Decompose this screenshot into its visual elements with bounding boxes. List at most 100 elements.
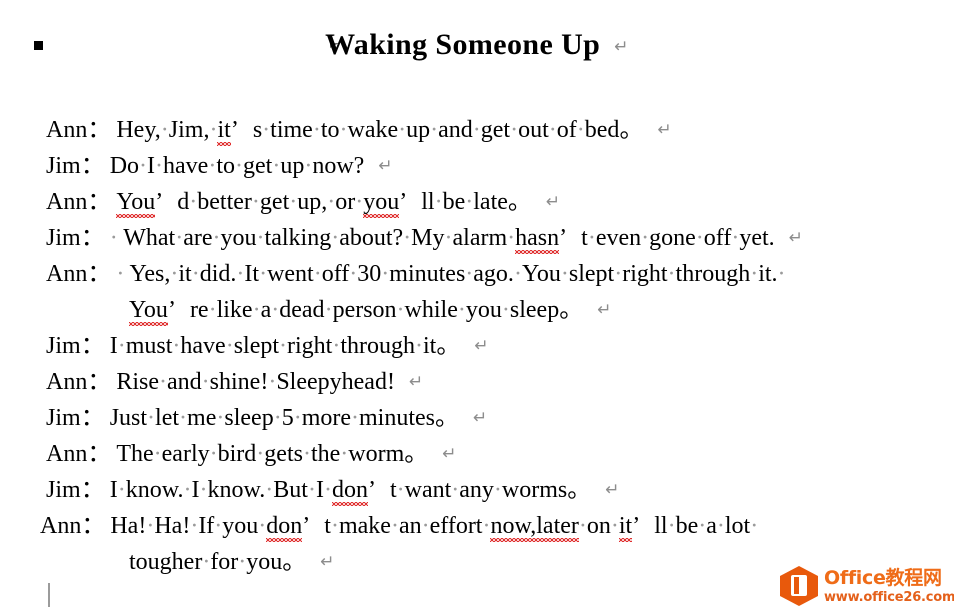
space-dot: · (750, 513, 759, 539)
word: tougher (129, 549, 203, 575)
apostrophe: ’ (230, 117, 239, 143)
word: late (473, 189, 508, 215)
word: I (109, 477, 118, 503)
space-dot: · (548, 117, 557, 143)
page-title-text: Waking Someone Up (325, 28, 601, 61)
word: about? (339, 225, 404, 251)
space-dot: · (109, 225, 124, 251)
word: If (198, 513, 215, 539)
dialogue-line[interactable]: Jim： I·know.·I·know.·But·I·don’ t·want·any… (0, 472, 954, 508)
word: gets (264, 441, 303, 467)
misspelled-word: You (129, 292, 168, 328)
word: now? (312, 153, 365, 179)
space-dot: · (251, 189, 260, 215)
word: Do (109, 153, 140, 179)
word: My (411, 225, 445, 251)
space-dot: · (667, 513, 676, 539)
word: What (123, 225, 176, 251)
space-dot: · (155, 153, 164, 179)
space-dot: · (330, 513, 339, 539)
space-dot: · (160, 117, 169, 143)
dialogue-line[interactable]: Jim： Just·let·me·sleep·5·more·minutes。 ↵ (0, 400, 954, 436)
space-dot: · (323, 477, 332, 503)
space-dot: · (396, 477, 405, 503)
dialogue-text: Do·I·have·to·get·up·now? (103, 148, 365, 184)
dialogue-continuation-line[interactable]: You’ re·like·a·dead·person·while·you·slee… (0, 292, 954, 328)
speaker-label: Ann (46, 369, 88, 395)
word: yet. (739, 225, 775, 251)
word: me (187, 405, 217, 431)
dialogue-line[interactable]: Ann： · Yes,·it·did.·It·went·off·30·minute… (0, 256, 954, 292)
space-dot: · (351, 405, 359, 431)
dialogue-line[interactable]: Ann： Rise·and·shine!·Sleepyhead! ↵ (0, 364, 954, 400)
space-dot: · (507, 225, 516, 251)
dialogue-line[interactable]: Ann： The·early·bird·gets·the·worm。 ↵ (0, 436, 954, 472)
word: right (287, 333, 333, 359)
speaker-label: Ann (46, 117, 88, 143)
word: and (438, 117, 473, 143)
word: lot (724, 513, 751, 539)
space-dot: · (212, 225, 221, 251)
space-dot: · (252, 297, 261, 323)
word: right (622, 261, 668, 287)
dialogue-text: · Yes,·it·did.·It·went·off·30·minutes·ag… (109, 256, 785, 292)
space-dot: · (313, 261, 322, 287)
word: Yes, (129, 261, 171, 287)
word: must (125, 333, 173, 359)
misspelled-word: don (331, 472, 368, 508)
word: t (324, 513, 331, 539)
word: s (252, 117, 263, 143)
dialogue-line[interactable]: Jim： · What·are·you·talking·about?·My·ala… (0, 220, 954, 256)
word: Ha! (154, 513, 191, 539)
speaker-label: Jim (46, 153, 81, 179)
space-dot: · (324, 297, 333, 323)
dialogue-text: Ha!·Ha!·If·you·don’ t·make·an·effort·now,… (103, 508, 758, 544)
word: early (161, 441, 210, 467)
word: I (147, 153, 156, 179)
word: through (675, 261, 751, 287)
misspelled-word: hasn (515, 220, 560, 256)
word: to (320, 117, 340, 143)
speaker-label: Jim (46, 333, 81, 359)
dialogue-line[interactable]: Ann： You’ d·better·get·up,·or·you’ ll·be·la… (0, 184, 954, 220)
paragraph-mark: ↵ (320, 552, 335, 572)
space-dot: · (279, 333, 288, 359)
word: let (155, 405, 180, 431)
space-dot: · (117, 333, 126, 359)
dialogue-line[interactable]: Jim： Do·I·have·to·get·up·now? ↵ (0, 148, 954, 184)
dialogue-text: Hey,·Jim,·it’ s·time·to·wake·up·and·get·o… (109, 112, 643, 148)
word: wake (347, 117, 399, 143)
word: sleep (224, 405, 274, 431)
word: But (273, 477, 308, 503)
space-dot: · (273, 405, 282, 431)
word: I (109, 333, 118, 359)
word: up (280, 153, 305, 179)
ideographic-period: 。 (436, 333, 461, 359)
dialogue-line[interactable]: Ann： Hey,·Jim,·it’ s·time·to·wake·up·and·g… (0, 112, 954, 148)
word: Jim, (168, 117, 210, 143)
space-dot: · (116, 261, 130, 287)
speaker-colon: ： (80, 405, 105, 431)
word: minutes (359, 405, 435, 431)
word: on (586, 513, 611, 539)
space-dot: · (695, 225, 704, 251)
space-dot: · (457, 297, 466, 323)
dialogue-line[interactable]: Ann： Ha!·Ha!·If·you·don’ t·make·an·effort·… (0, 508, 954, 544)
dialogue-line[interactable]: Jim： I·must·have·slept·right·through·it。 ↵ (0, 328, 954, 364)
word: up, (297, 189, 328, 215)
word: t (581, 225, 588, 251)
word: ll (654, 513, 668, 539)
paragraph-mark: ↵ (378, 156, 393, 176)
word: more (301, 405, 351, 431)
paragraph-mark: ↵ (614, 37, 629, 57)
paragraph-mark: ↵ (473, 408, 488, 428)
word: t (389, 477, 397, 503)
word: get (243, 153, 273, 179)
ideographic-period: 。 (435, 405, 459, 431)
word: even (595, 225, 642, 251)
speaker-colon: ： (87, 189, 111, 215)
space-dot: · (482, 513, 491, 539)
speaker-label: Jim (46, 405, 81, 431)
space-dot: · (256, 225, 265, 251)
word: of (556, 117, 577, 143)
